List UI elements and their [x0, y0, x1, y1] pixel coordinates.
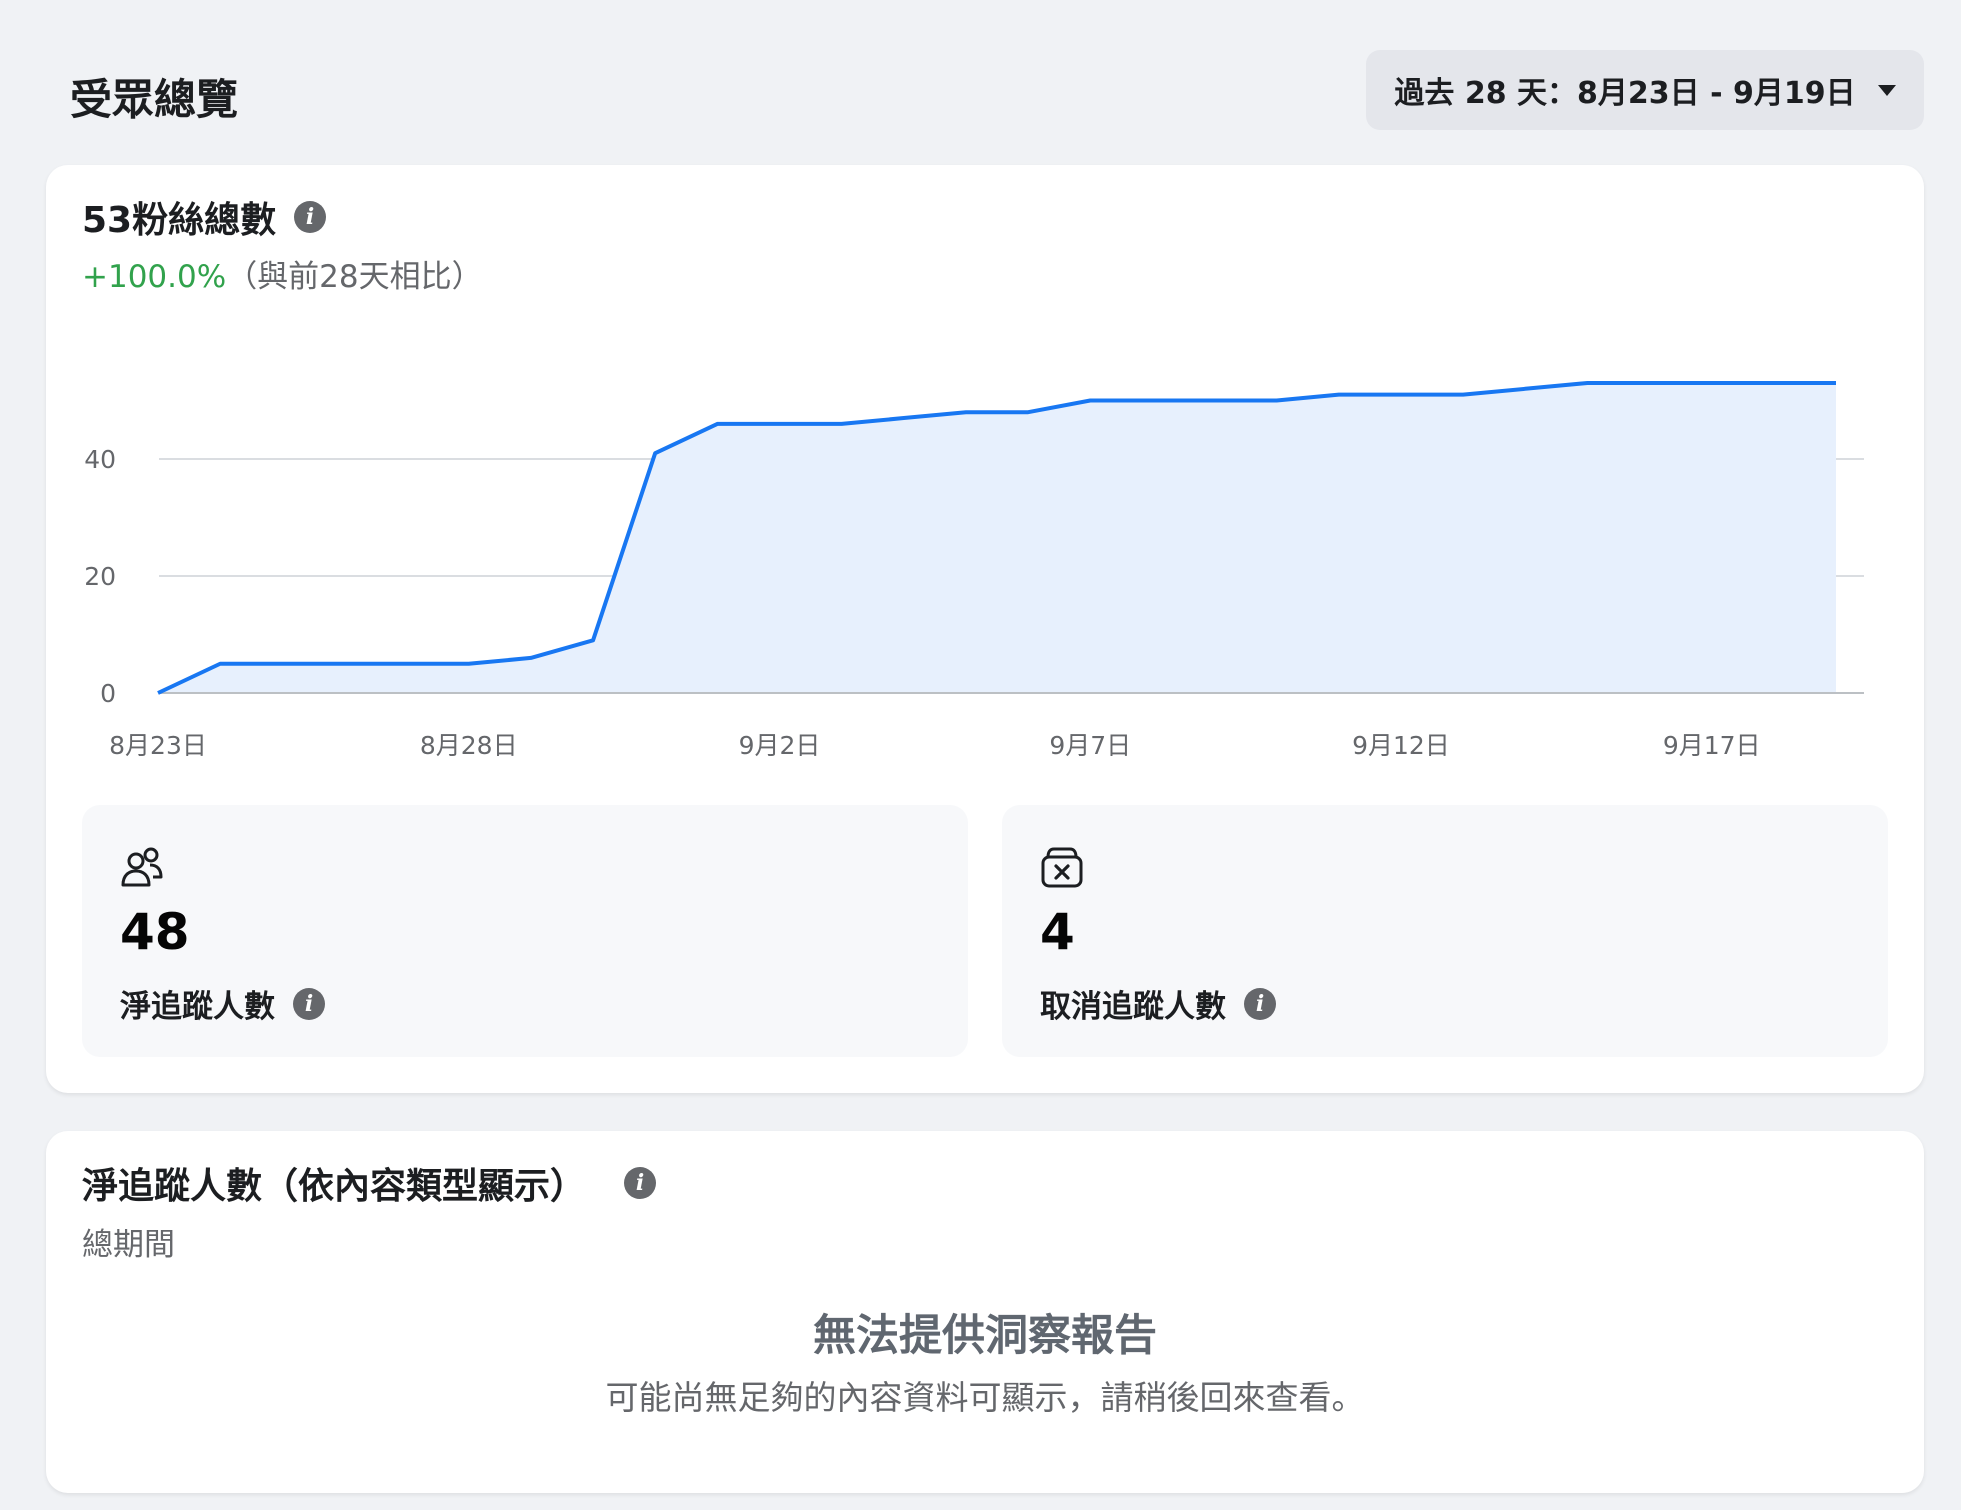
- date-range-label: 過去 28 天：8月23日 - 9月19日: [1394, 76, 1856, 111]
- data-point: [156, 691, 160, 695]
- date-range-dropdown[interactable]: 過去 28 天：8月23日 - 9月19日: [1366, 50, 1924, 130]
- data-point: [1399, 393, 1403, 397]
- net-follows-label: 淨追蹤人數: [120, 989, 275, 1025]
- data-point: [1275, 399, 1279, 403]
- data-point: [1088, 399, 1092, 403]
- data-point: [1834, 381, 1838, 385]
- page-title: 受眾總覽: [70, 75, 239, 124]
- unfollow-icon: [1041, 847, 1083, 888]
- followers-card: 53粉絲總數 i +100.0%（與前28天相比） 0 20 40 8月23日 8月28…: [46, 165, 1924, 1093]
- data-point: [1648, 381, 1652, 385]
- content-type-card: 淨追蹤人數（依內容類型顯示） i 總期間 無法提供洞察報告 可能尚無足夠的內容資…: [46, 1131, 1924, 1493]
- x-tick-label: 9月2日: [739, 731, 821, 760]
- net-follows-label-row: 淨追蹤人數 i: [120, 981, 325, 1026]
- data-point: [902, 416, 906, 420]
- data-point: [777, 422, 781, 426]
- x-tick-label: 8月23日: [109, 731, 207, 760]
- data-point: [405, 662, 409, 666]
- people-icon: [121, 847, 163, 887]
- x-tick-label: 9月17日: [1663, 731, 1761, 760]
- y-tick-label: 20: [84, 562, 116, 591]
- net-follows-stat: 48 淨追蹤人數 i: [82, 805, 968, 1057]
- data-point: [280, 662, 284, 666]
- data-point: [840, 422, 844, 426]
- info-icon[interactable]: i: [293, 987, 325, 1020]
- y-tick-label: 0: [100, 679, 116, 708]
- area-fill: [158, 382, 1836, 693]
- empty-state-title: 無法提供洞察報告: [813, 1311, 1157, 1361]
- followers-area-chart: 0 20 40 8月23日 8月28日 9月2日 9月7日 9月12日 9月17日: [84, 380, 1864, 760]
- data-point: [529, 656, 533, 660]
- data-point: [1710, 381, 1714, 385]
- data-point: [1461, 393, 1465, 397]
- y-tick-label: 40: [84, 445, 116, 474]
- data-point: [342, 662, 346, 666]
- data-point: [1523, 387, 1527, 391]
- data-point: [715, 422, 719, 426]
- x-tick-label: 8月28日: [420, 731, 518, 760]
- x-tick-label: 9月7日: [1049, 731, 1131, 760]
- data-point: [591, 638, 595, 642]
- period-subtitle: 總期間: [82, 1227, 175, 1263]
- x-tick-label: 9月12日: [1352, 731, 1450, 760]
- data-point: [1213, 399, 1217, 403]
- data-point: [467, 662, 471, 666]
- empty-state-message: 可能尚無足夠的內容資料可顯示，請稍後回來查看。: [605, 1378, 1365, 1417]
- unfollows-label-row: 取消追蹤人數 i: [1040, 981, 1276, 1026]
- net-follows-value: 48: [120, 903, 190, 961]
- content-type-title-row: 淨追蹤人數（依內容類型顯示） i: [82, 1157, 657, 1209]
- data-point: [1150, 399, 1154, 403]
- info-icon[interactable]: i: [1244, 987, 1276, 1020]
- data-point: [964, 410, 968, 414]
- data-point: [653, 451, 657, 455]
- unfollows-stat: 4 取消追蹤人數 i: [1002, 805, 1888, 1057]
- content-type-title: 淨追蹤人數（依內容類型顯示）: [82, 1166, 587, 1207]
- unfollows-label: 取消追蹤人數: [1040, 989, 1226, 1025]
- data-point: [218, 662, 222, 666]
- data-point: [1585, 381, 1589, 385]
- data-point: [1026, 410, 1030, 414]
- info-icon[interactable]: i: [624, 1167, 657, 1199]
- caret-down-icon: [1877, 84, 1896, 96]
- data-point: [1772, 381, 1776, 385]
- unfollows-value: 4: [1040, 903, 1075, 961]
- data-point: [1337, 393, 1341, 397]
